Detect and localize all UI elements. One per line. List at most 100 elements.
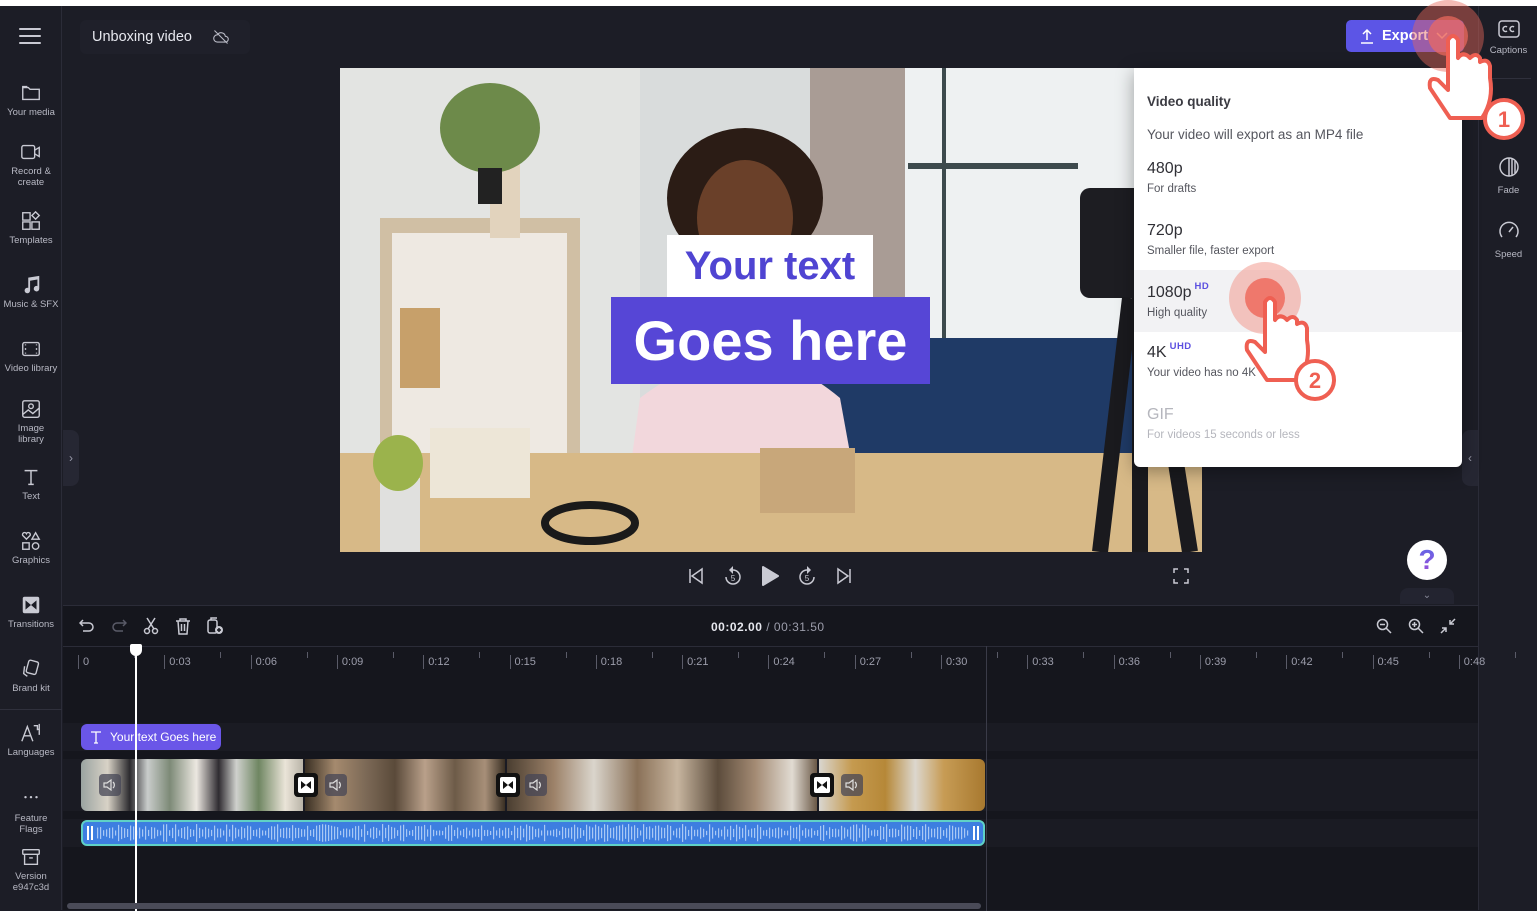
skip-to-end-button[interactable] [834,565,854,587]
undo-button[interactable] [77,616,97,636]
play-button[interactable] [760,565,780,587]
sidebar-item-speed[interactable]: Speed [1479,220,1537,260]
sidebar-item-captions[interactable]: Captions [1479,20,1537,56]
waveform-bar [202,829,204,837]
ruler-minor-tick [1342,652,1344,658]
sidebar-item-your-media[interactable]: Your media [0,82,62,118]
project-title[interactable]: Unboxing video [92,29,192,45]
waveform-bar [430,825,432,841]
zoom-in-button[interactable] [1406,616,1426,636]
waveform-bar [760,827,762,839]
quality-option-gif[interactable]: GIF For videos 15 seconds or less [1134,398,1462,460]
transition-button[interactable] [496,773,520,797]
sidebar-item-languages[interactable]: Languages [0,722,62,758]
waveform-bar [739,826,741,840]
video-track[interactable] [81,759,985,811]
waveform-bar [817,830,819,836]
help-button[interactable]: ? [1407,540,1447,580]
collapse-preview-button[interactable]: ⌄ [1400,588,1454,604]
chevron-down-icon: ⌄ [1422,590,1432,601]
audio-track[interactable] [81,820,985,846]
waveform-bar [859,828,861,838]
video-clip-4[interactable] [819,759,985,811]
sidebar-item-brand-kit[interactable]: Brand kit [0,658,62,694]
volume-icon[interactable] [841,774,863,796]
waveform-bar [532,826,534,840]
waveform-bar [331,825,333,841]
expand-left-panel-button[interactable]: › [63,430,79,486]
redo-button[interactable] [109,616,129,636]
waveform-bar [343,828,345,838]
sidebar-item-fade[interactable]: Fade [1479,156,1537,196]
project-title-field[interactable]: Unboxing video [80,20,250,54]
collapse-right-panel-button[interactable]: ‹ [1462,430,1478,486]
video-preview[interactable]: Your text Goes here [340,68,1202,552]
waveform-bar [769,827,771,839]
sidebar-item-templates[interactable]: Templates [0,210,62,246]
zoom-out-button[interactable] [1374,616,1394,636]
playhead[interactable] [135,646,137,911]
fullscreen-button[interactable] [1172,567,1190,585]
fit-timeline-button[interactable] [1438,616,1458,636]
volume-icon[interactable] [325,774,347,796]
sidebar-item-image-library[interactable]: Image library [0,398,62,445]
video-clip-2[interactable] [305,759,505,811]
sidebar-item-feature-flags[interactable]: Feature Flags [0,788,62,835]
text-clip[interactable]: Your text Goes here [81,724,221,750]
waveform-bar [418,826,420,840]
delete-button[interactable] [173,616,193,636]
waveform-bar [637,827,639,839]
sidebar-item-video-library[interactable]: Video library [0,338,62,374]
forward-5s-button[interactable]: 5 [797,565,817,587]
quality-option-4k[interactable]: 4K UHD Your video has no 4K [1134,336,1462,398]
caption-text-line-1[interactable]: Your text [667,235,873,297]
audio-trim-handle-left[interactable] [87,826,93,840]
waveform-bar [364,824,366,842]
waveform-bar [379,830,381,836]
waveform-bar [919,830,921,836]
volume-icon[interactable] [525,774,547,796]
playhead-handle[interactable] [130,644,142,656]
sidebar-item-music-sfx[interactable]: Music & SFX [0,274,62,310]
menu-button[interactable] [19,28,41,44]
split-button[interactable] [141,616,161,636]
quality-option-1080p[interactable]: 1080p HD High quality [1134,270,1462,332]
waveform-bar [631,826,633,840]
chevron-down-icon[interactable] [1436,32,1448,40]
timeline-ruler[interactable]: 0 0:03 0:06 0:09 0:12 0:15 0:18 0:21 0:24 0:27 0:3… [63,646,1516,672]
svg-text:5: 5 [731,574,736,583]
transition-button[interactable] [810,773,834,797]
ruler-minor-tick [997,652,998,658]
waveform-bar [595,824,597,842]
skip-to-start-button[interactable] [686,565,706,587]
sidebar-item-transitions[interactable]: Transitions [0,594,62,630]
waveform-bar [463,829,465,837]
transition-button[interactable] [294,773,318,797]
caption-text-line-2[interactable]: Goes here [611,297,930,384]
waveform-bar [361,829,363,837]
sidebar-item-text[interactable]: Text [0,466,62,502]
waveform-bar [583,830,585,836]
playback-controls: 5 5 [686,564,854,588]
quality-option-480p[interactable]: 480p For drafts [1134,152,1462,214]
waveform-bar [910,826,912,840]
export-button[interactable]: Export [1346,20,1464,52]
sidebar-item-record-create[interactable]: Record & create [0,141,62,188]
waveform-bar [265,830,267,836]
waveform-bar [289,827,291,839]
video-clip-1[interactable] [81,759,303,811]
timeline-scrollbar[interactable] [67,903,981,909]
waveform-bar [871,830,873,836]
video-clip-3[interactable] [507,759,817,811]
sidebar-item-version[interactable]: Version e947c3d [0,846,62,893]
rewind-5s-button[interactable]: 5 [723,565,743,587]
audio-trim-handle-right[interactable] [973,826,979,840]
volume-icon[interactable] [99,774,121,796]
sidebar-item-graphics[interactable]: Graphics [0,530,62,566]
ruler-tick-label: 0:21 [682,655,709,669]
duplicate-button[interactable] [205,616,225,636]
quality-option-720p[interactable]: 720p Smaller file, faster export [1134,214,1462,276]
ruler-minor-tick [306,652,308,658]
ruler-tick-label: 0:24 [768,655,795,669]
waveform-bar [952,825,954,841]
